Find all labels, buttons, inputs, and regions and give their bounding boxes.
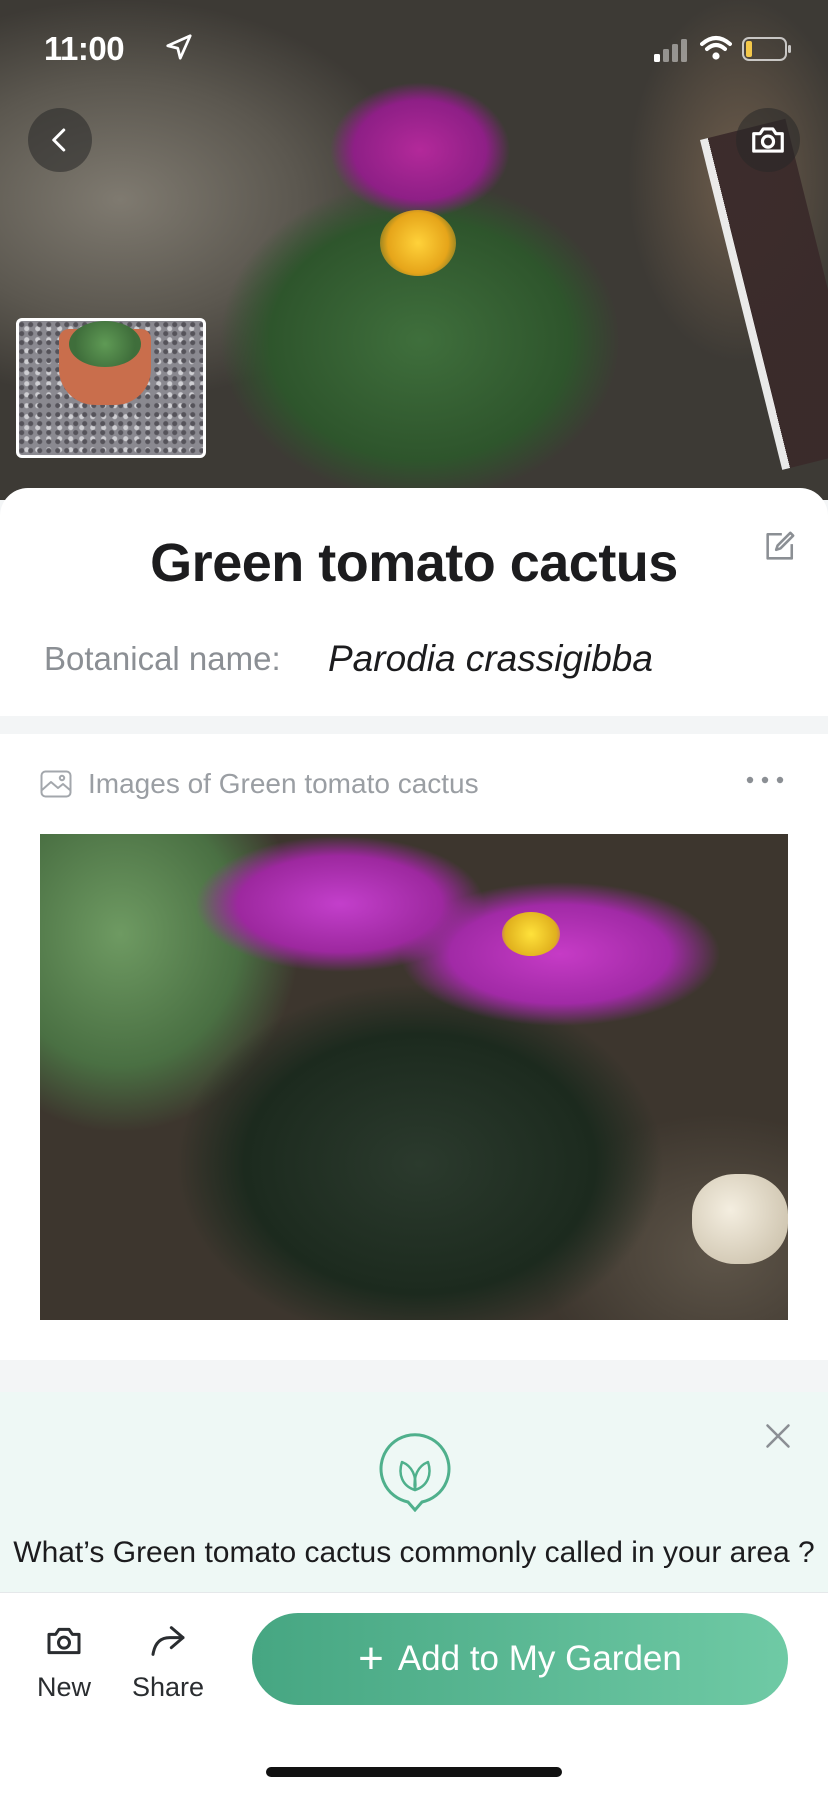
home-indicator — [266, 1767, 562, 1777]
leaf-icon — [379, 1433, 451, 1512]
camera-icon — [47, 1627, 81, 1655]
status-bar: 11:00 — [0, 0, 828, 96]
botanical-name-value: Parodia crassigibba — [328, 638, 653, 679]
pebble — [692, 1174, 788, 1264]
status-time: 11:00 — [44, 30, 125, 67]
location-arrow-icon — [166, 34, 192, 60]
wifi-icon — [700, 36, 732, 60]
cactus-image[interactable] — [40, 834, 788, 1320]
images-card: Images of Green tomato cactus — [0, 734, 828, 1360]
thumbnail-plant — [69, 321, 141, 367]
image-icon — [40, 770, 72, 798]
add-to-garden-label: Add to My Garden — [397, 1639, 682, 1678]
hero-flower — [380, 210, 456, 276]
photo-thumbnail[interactable] — [16, 318, 206, 458]
botanical-name-label: Botanical name: — [44, 640, 281, 677]
plus-icon: + — [358, 1634, 384, 1683]
bottom-action-bar: New Share + Add to My Garden — [0, 1592, 828, 1793]
flower-stamen — [502, 912, 560, 956]
camera-button[interactable] — [736, 108, 800, 172]
new-label: New — [36, 1672, 91, 1702]
images-section-title: Images of Green tomato cactus — [88, 768, 479, 799]
share-icon — [151, 1626, 185, 1656]
more-icon[interactable] — [744, 774, 786, 786]
plant-header-card: Green tomato cactus Botanical name: Paro… — [0, 488, 828, 716]
share-button[interactable]: Share — [128, 1621, 208, 1703]
new-button[interactable]: New — [24, 1621, 104, 1703]
camera-icon — [752, 127, 784, 153]
battery-icon — [742, 37, 791, 61]
back-icon — [52, 128, 66, 152]
signal-icon — [654, 39, 687, 62]
share-label: Share — [131, 1672, 205, 1702]
add-to-garden-button[interactable]: + Add to My Garden — [252, 1613, 788, 1705]
hero-photo: 11:00 — [0, 0, 828, 500]
edit-icon[interactable] — [762, 530, 796, 564]
plant-title: Green tomato cactus — [150, 533, 678, 593]
common-name-question: What’s Green tomato cactus commonly call… — [13, 1536, 815, 1569]
back-button[interactable] — [28, 108, 92, 172]
close-icon[interactable] — [764, 1422, 792, 1450]
